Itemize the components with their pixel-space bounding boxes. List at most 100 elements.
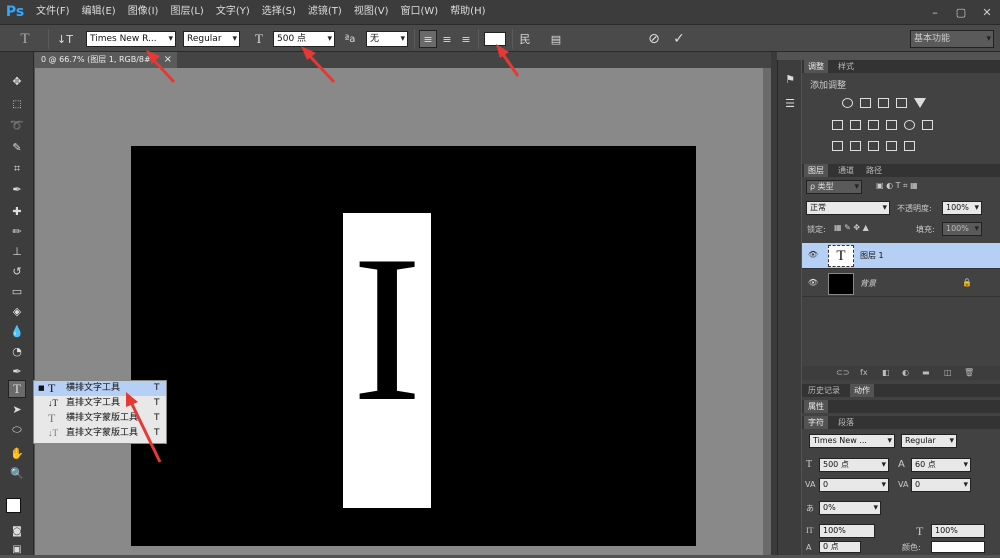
restore-button[interactable]: ▢	[948, 2, 974, 22]
tab-history[interactable]: 历史记录	[804, 384, 844, 397]
color-balance-icon[interactable]	[850, 120, 861, 130]
hand-tool-icon[interactable]: ✋	[8, 444, 26, 462]
antialias-select[interactable]: 无	[366, 31, 408, 47]
exposure-icon[interactable]	[896, 98, 907, 108]
menu-file[interactable]: 文件(F)	[30, 0, 76, 24]
menu-filter[interactable]: 滤镜(T)	[302, 0, 348, 24]
tab-layers[interactable]: 图层	[804, 164, 828, 177]
lasso-tool-icon[interactable]: ➰	[8, 116, 26, 134]
hue-saturation-icon[interactable]	[832, 120, 843, 130]
healing-brush-tool-icon[interactable]: ✚	[8, 202, 26, 220]
char-tracking-input[interactable]: 0	[911, 478, 971, 492]
quick-select-tool-icon[interactable]: ✎	[8, 138, 26, 156]
photo-filter-icon[interactable]	[886, 120, 897, 130]
menu-select[interactable]: 选择(S)	[256, 0, 302, 24]
tab-adjustments[interactable]: 调整	[804, 60, 828, 73]
workspace-select[interactable]: 基本功能	[910, 30, 994, 48]
char-kerning-input[interactable]: 0	[819, 478, 889, 492]
black-white-icon[interactable]	[868, 120, 879, 130]
char-baseline-input[interactable]: 0 点	[819, 541, 861, 553]
color-lookup-icon[interactable]	[922, 120, 933, 130]
move-tool-icon[interactable]: ✥	[8, 72, 26, 90]
dodge-tool-icon[interactable]: ◔	[8, 342, 26, 360]
menu-image[interactable]: 图像(I)	[122, 0, 165, 24]
posterize-icon[interactable]	[850, 141, 861, 151]
text-selection-box[interactable]: I	[343, 213, 431, 508]
menu-view[interactable]: 视图(V)	[348, 0, 395, 24]
zoom-tool-icon[interactable]: 🔍	[8, 464, 26, 482]
opacity-input[interactable]: 100%	[942, 201, 982, 215]
canvas-scrollbar[interactable]	[763, 68, 771, 555]
path-select-tool-icon[interactable]: ➤	[8, 400, 26, 418]
new-layer-icon[interactable]: ◫	[944, 368, 952, 377]
foreground-color-swatch[interactable]	[6, 498, 21, 513]
char-font-family-select[interactable]: Times New ...	[809, 434, 895, 448]
layer-filter-icons[interactable]: ▣ ◐ T ⌗ ▦	[876, 181, 918, 191]
layer-row[interactable]: 👁 T 图层 1	[802, 243, 1000, 269]
menu-window[interactable]: 窗口(W)	[394, 0, 444, 24]
char-horizontal-scale-input[interactable]: 100%	[931, 524, 985, 538]
blend-mode-select[interactable]: 正常	[806, 201, 890, 215]
brightness-icon[interactable]	[842, 98, 853, 108]
layer-row[interactable]: 👁 背景 🔒	[802, 271, 1000, 297]
invert-icon[interactable]	[832, 141, 843, 151]
link-layers-icon[interactable]: ⊂⊃	[836, 368, 849, 377]
menu-edit[interactable]: 编辑(E)	[76, 0, 122, 24]
char-leading-input[interactable]: 60 点	[911, 458, 971, 472]
trash-icon[interactable]: 🗑	[964, 368, 974, 377]
char-size-input[interactable]: 500 点	[819, 458, 889, 472]
cancel-edit-icon[interactable]: ⊘	[644, 29, 664, 49]
char-font-style-select[interactable]: Regular	[901, 434, 957, 448]
new-adjustment-icon[interactable]: ◐	[902, 368, 909, 377]
curves-icon[interactable]	[878, 98, 889, 108]
eyedropper-tool-icon[interactable]: ✒	[8, 180, 26, 198]
tab-paragraph[interactable]: 段落	[834, 416, 858, 429]
marquee-tool-icon[interactable]: ⬚	[8, 95, 26, 113]
screen-mode-icon[interactable]: ▣	[8, 540, 26, 558]
close-window-button[interactable]: ✕	[974, 2, 1000, 22]
char-vertical-scale-input[interactable]: 100%	[819, 524, 875, 538]
lock-icons[interactable]: ▦ ✎ ✥ ▲	[834, 223, 869, 232]
tab-paths[interactable]: 路径	[862, 164, 886, 177]
document-tab[interactable]: 0 @ 66.7% (图层 1, RGB/8#) ×	[35, 52, 177, 68]
commit-edit-icon[interactable]: ✓	[669, 29, 689, 49]
char-panel-toggle-icon[interactable]: ▤	[547, 30, 565, 48]
ellipse-tool-icon[interactable]: ⬭	[8, 421, 26, 439]
tab-styles[interactable]: 样式	[834, 60, 858, 73]
document-canvas[interactable]: I	[131, 146, 696, 546]
eye-icon[interactable]: 👁	[807, 278, 819, 290]
flyout-item-horizontal-type-mask[interactable]: T 横排文字蒙版工具 T	[34, 411, 166, 426]
eraser-tool-icon[interactable]: ▭	[8, 282, 26, 300]
layer-filter-select[interactable]: ρ 类型	[806, 180, 862, 194]
char-color-swatch[interactable]	[931, 541, 985, 553]
align-center-icon[interactable]: ≡	[438, 30, 456, 48]
flyout-item-vertical-type-mask[interactable]: ↓T 直排文字蒙版工具 T	[34, 426, 166, 441]
type-tool-preset-icon[interactable]: T	[14, 29, 36, 49]
close-tab-icon[interactable]: ×	[164, 52, 172, 68]
new-group-icon[interactable]: ▬	[922, 368, 930, 377]
flyout-item-horizontal-type[interactable]: ■ T 横排文字工具 T	[34, 381, 166, 396]
brush-tool-icon[interactable]: ✏	[8, 222, 26, 240]
char-tsume-input[interactable]: 0%	[819, 501, 881, 515]
menu-help[interactable]: 帮助(H)	[444, 0, 491, 24]
text-color-swatch[interactable]	[484, 32, 506, 46]
eye-icon[interactable]: 👁	[807, 250, 819, 262]
font-family-select[interactable]: Times New R...	[86, 31, 176, 47]
tab-actions[interactable]: 动作	[850, 384, 874, 397]
type-tool-icon[interactable]: T	[8, 380, 26, 398]
add-mask-icon[interactable]: ◧	[882, 368, 890, 377]
vibrance-icon[interactable]	[914, 98, 926, 108]
quick-mask-icon[interactable]: ◙	[8, 522, 26, 540]
levels-icon[interactable]	[860, 98, 871, 108]
tab-channels[interactable]: 通道	[834, 164, 858, 177]
menu-type[interactable]: 文字(Y)	[210, 0, 256, 24]
crop-tool-icon[interactable]: ⌗	[8, 160, 26, 178]
threshold-icon[interactable]	[868, 141, 879, 151]
adjust-sliders-icon[interactable]: ☰	[781, 94, 799, 112]
font-style-select[interactable]: Regular	[183, 31, 240, 47]
fill-input[interactable]: 100%	[942, 222, 982, 236]
font-size-select[interactable]: 500 点	[273, 31, 335, 47]
toggle-orientation-icon[interactable]: ↓T	[54, 29, 76, 49]
blur-tool-icon[interactable]: 💧	[8, 322, 26, 340]
selective-color-icon[interactable]	[886, 141, 897, 151]
